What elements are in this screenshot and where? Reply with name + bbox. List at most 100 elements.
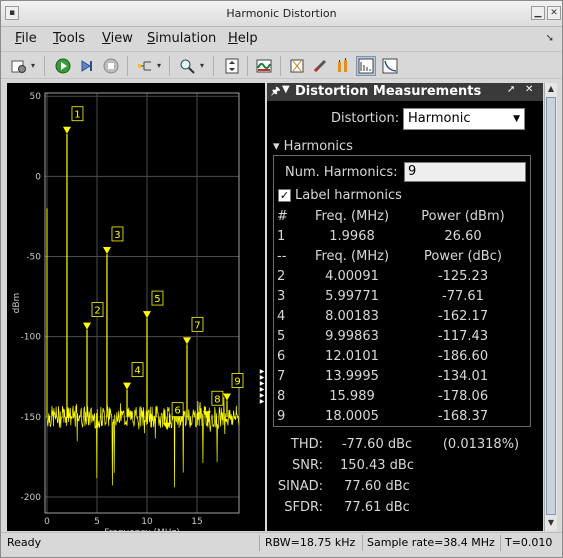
- chevron-down-icon[interactable]: ▾: [157, 61, 161, 70]
- harmonic-freq: 13.9995: [325, 369, 379, 384]
- step-forward-icon[interactable]: [77, 56, 97, 76]
- separator: [127, 56, 128, 76]
- harmonics-section-title: Harmonics: [283, 139, 353, 154]
- scrollbar-thumb[interactable]: [546, 97, 556, 515]
- peak-label: 6: [174, 406, 180, 417]
- peak-label: 2: [94, 306, 100, 317]
- harmonic-power: -178.06: [437, 389, 489, 404]
- status-bar: Ready RBW=18.75 kHz Sample rate=38.4 MHz…: [1, 532, 562, 554]
- distortion-type-select[interactable]: Harmonic ▼: [403, 108, 525, 130]
- harmonics-section-toggle[interactable]: ▾ Harmonics: [273, 139, 353, 154]
- menu-simulation[interactable]: Simulation: [147, 31, 216, 46]
- num-harmonics-label: Num. Harmonics:: [285, 165, 398, 180]
- undock-arrow-icon[interactable]: ➘: [546, 33, 554, 44]
- distortion-measurements-icon[interactable]: [356, 56, 376, 76]
- panel-header: 🖈 ▼ Distortion Measurements ➚ ✕: [267, 83, 543, 101]
- stat-row: THD: -77.60 dBc (0.01318%): [267, 437, 543, 457]
- harmonic-freq: 15.989: [329, 389, 375, 404]
- window-title: Harmonic Distortion: [226, 7, 337, 20]
- peak-finder-icon[interactable]: [333, 56, 353, 76]
- distortion-measurements-panel: 🖈 ▼ Distortion Measurements ➚ ✕ Distorti…: [267, 83, 543, 531]
- harmonic-power: -77.61: [442, 289, 484, 304]
- harmonic-row: 9 18.0005 -168.37: [267, 409, 543, 429]
- spectrum-trace: [46, 397, 240, 488]
- x-axis-label: Frequency (MHz): [104, 528, 180, 531]
- distortion-type-value: Harmonic: [408, 111, 471, 126]
- signal-statistics-icon[interactable]: [310, 56, 330, 76]
- menu-file[interactable]: File: [15, 31, 37, 46]
- harmonic-row: 5 9.99863 -117.43: [267, 329, 543, 349]
- undock-panel-icon[interactable]: ➚: [507, 84, 515, 95]
- close-icon[interactable]: ✕: [547, 6, 561, 20]
- x-tick-label: 5: [94, 517, 100, 527]
- settings-icon[interactable]: [9, 56, 29, 76]
- cursor-measurements-icon[interactable]: [287, 56, 307, 76]
- collapse-triangle-icon[interactable]: ▼: [282, 84, 290, 95]
- sub-col-power: Power (dBc): [424, 249, 502, 264]
- signal-select-icon[interactable]: [135, 56, 155, 76]
- pin-icon[interactable]: 🖈: [271, 84, 280, 101]
- label-harmonics-checkbox[interactable]: ✓: [278, 189, 291, 202]
- peak-label: 1: [74, 110, 80, 121]
- stop-icon[interactable]: [101, 56, 121, 76]
- x-tick-label: 0: [44, 517, 50, 527]
- run-icon[interactable]: [53, 56, 73, 76]
- measurement-panel-collapse-arrows[interactable]: ▶ ▶ ▶ ▶ ▶ ▶: [257, 369, 267, 405]
- peak-marker-icon: [62, 126, 71, 134]
- harmonic-power: -117.43: [437, 329, 489, 344]
- stat-row: SNR: 150.43 dBc: [267, 458, 543, 478]
- vertical-scrollbar[interactable]: ▲ ▼: [544, 83, 557, 531]
- y-tick-label: -200: [21, 493, 42, 503]
- spectrum-settings-icon[interactable]: [254, 56, 274, 76]
- sample-rate-readout: Sample rate=38.4 MHz: [367, 536, 495, 549]
- rbw-readout: RBW=18.75 kHz: [265, 536, 356, 549]
- fundamental-power: 26.60: [444, 229, 482, 244]
- distortion-label: Distortion:: [331, 111, 400, 126]
- zoom-icon[interactable]: [177, 56, 197, 76]
- peak-marker-icon: [142, 311, 151, 319]
- spectrum-plot[interactable]: 500-50-100-150-200051015Frequency (MHz)d…: [7, 83, 265, 531]
- harmonic-number: 5: [277, 329, 286, 344]
- y-tick-label: 0: [35, 172, 41, 182]
- chevron-down-icon[interactable]: ▾: [31, 61, 35, 70]
- menu-help[interactable]: Help: [228, 31, 258, 46]
- y-tick-label: 50: [30, 92, 42, 102]
- close-panel-icon[interactable]: ✕: [525, 84, 533, 95]
- y-tick-label: -100: [21, 333, 42, 343]
- harmonic-number: 7: [277, 369, 286, 384]
- separator: [280, 56, 281, 76]
- stat-value: -77.60 dBc: [341, 437, 413, 452]
- toolbar: ▾ ▾ ▾: [1, 51, 562, 79]
- harmonic-number: 8: [277, 389, 286, 404]
- plot-frame: [44, 92, 240, 514]
- minimize-icon[interactable]: ▁: [531, 6, 545, 20]
- harmonic-number: 9: [277, 409, 286, 424]
- peak-marker-icon: [83, 322, 92, 330]
- ccdf-icon[interactable]: [380, 56, 400, 76]
- harmonic-row: 3 5.99771 -77.61: [267, 289, 543, 309]
- harmonic-row: 8 15.989 -178.06: [267, 389, 543, 409]
- menu-tools[interactable]: Tools: [53, 31, 85, 46]
- peak-label: 8: [214, 394, 220, 405]
- peak-marker-icon: [182, 337, 191, 345]
- stat-row: SINAD: 77.60 dBc: [267, 479, 543, 499]
- x-tick-label: 10: [141, 517, 153, 527]
- num-harmonics-input[interactable]: 9: [404, 162, 526, 182]
- stat-value: 150.43 dBc: [340, 458, 414, 473]
- harmonic-row: 4 8.00183 -162.17: [267, 309, 543, 329]
- harmonic-number: 2: [277, 269, 286, 284]
- scroll-up-icon[interactable]: ▲: [545, 83, 557, 95]
- stat-key: SFDR:: [284, 500, 323, 515]
- harmonic-number: 6: [277, 349, 286, 364]
- chevron-down-icon[interactable]: ▾: [200, 61, 204, 70]
- menu-bar: File Tools View Simulation Help ➘: [1, 28, 562, 50]
- scale-axes-icon[interactable]: [222, 56, 242, 76]
- scroll-down-icon[interactable]: ▼: [545, 517, 557, 529]
- stat-extra: (0.01318%): [442, 437, 520, 452]
- spectrum-plot-svg: 500-50-100-150-200051015Frequency (MHz)d…: [12, 92, 244, 531]
- menu-view[interactable]: View: [102, 31, 133, 46]
- separator: [362, 535, 363, 551]
- separator: [247, 56, 248, 76]
- panel-title: Distortion Measurements: [295, 84, 482, 99]
- fundamental-row: 1 1.9968 26.60: [267, 229, 543, 249]
